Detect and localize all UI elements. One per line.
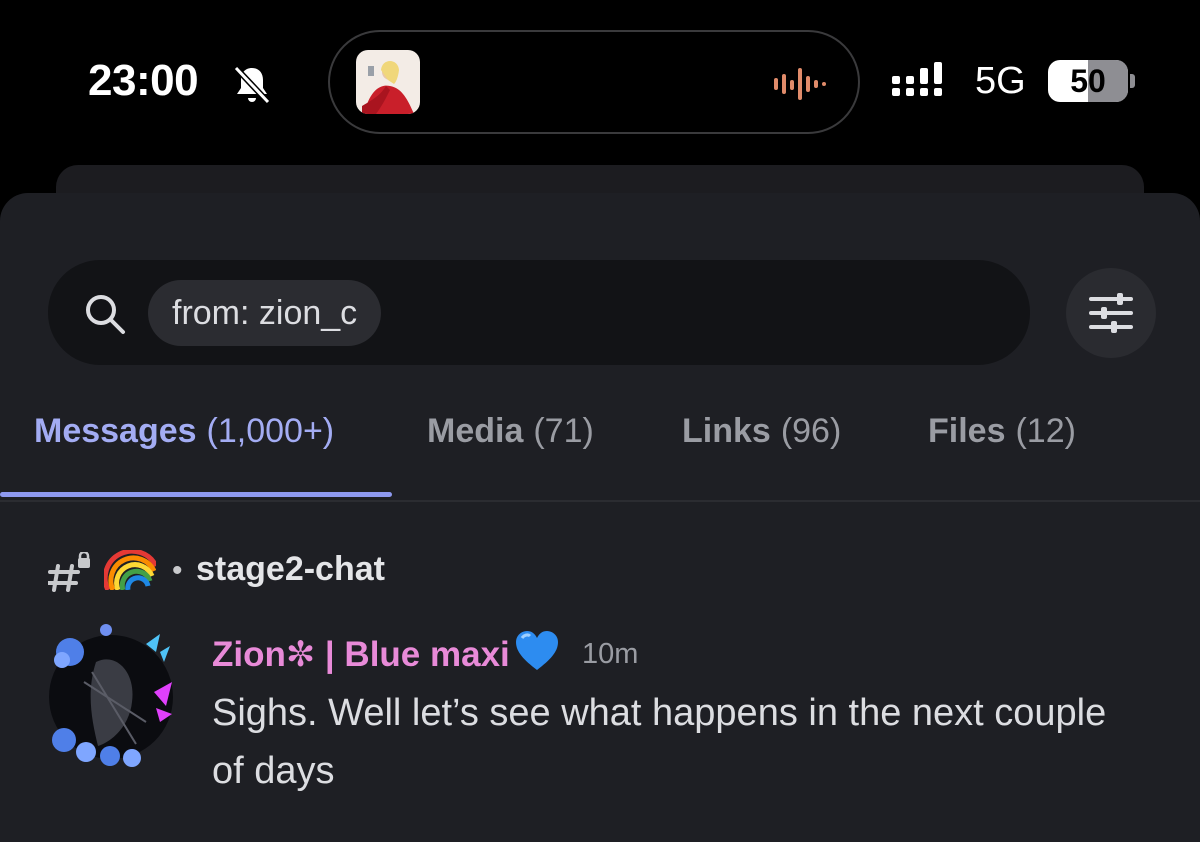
tab-media[interactable]: Media (71) xyxy=(427,412,594,451)
status-bar: 23:00 5G 50 xyxy=(0,0,1200,165)
divider xyxy=(0,500,1200,502)
tab-label: Links xyxy=(682,412,771,450)
cellular-signal-icon xyxy=(892,62,942,96)
dynamic-island[interactable] xyxy=(328,30,860,134)
message-text[interactable]: Sighs. Well let’s see what happens in th… xyxy=(212,684,1112,800)
search-filter-chip[interactable]: from: zion_c xyxy=(148,280,382,346)
clock: 23:00 xyxy=(88,56,199,105)
battery-percent: 50 xyxy=(1070,63,1106,99)
author-name: Zion✼ | Blue maxi xyxy=(212,635,510,674)
tab-label: Files xyxy=(928,412,1006,450)
tab-links[interactable]: Links (96) xyxy=(682,412,841,451)
channel-name: stage2-chat xyxy=(196,550,385,588)
tab-count: (12) xyxy=(1015,412,1076,450)
tab-count: (71) xyxy=(533,412,594,450)
network-type: 5G xyxy=(975,60,1026,102)
filter-settings-button[interactable] xyxy=(1066,268,1156,358)
tab-label: Media xyxy=(427,412,524,450)
rainbow-emoji-icon xyxy=(104,550,156,590)
separator-dot: • xyxy=(172,554,183,587)
sliders-icon xyxy=(1089,293,1133,333)
message-timestamp: 10m xyxy=(582,638,639,670)
tab-count: (96) xyxy=(780,412,842,450)
active-tab-indicator xyxy=(0,492,392,497)
tab-label: Messages xyxy=(34,412,197,450)
blue-heart-emoji-icon xyxy=(515,631,558,670)
tab-messages[interactable]: Messages (1,000+) xyxy=(34,412,334,451)
message-author[interactable]: Zion✼ | Blue maxi xyxy=(212,630,560,675)
bell-slash-icon xyxy=(233,65,271,105)
battery-indicator: 50 xyxy=(1048,60,1128,102)
tab-count: (1,000+) xyxy=(206,412,335,450)
search-icon xyxy=(86,295,125,334)
album-art xyxy=(356,50,420,114)
audio-waveform-icon xyxy=(774,68,826,100)
avatar[interactable] xyxy=(36,622,186,772)
locked-channel-hash-icon xyxy=(48,552,90,592)
tab-files[interactable]: Files (12) xyxy=(928,412,1076,451)
